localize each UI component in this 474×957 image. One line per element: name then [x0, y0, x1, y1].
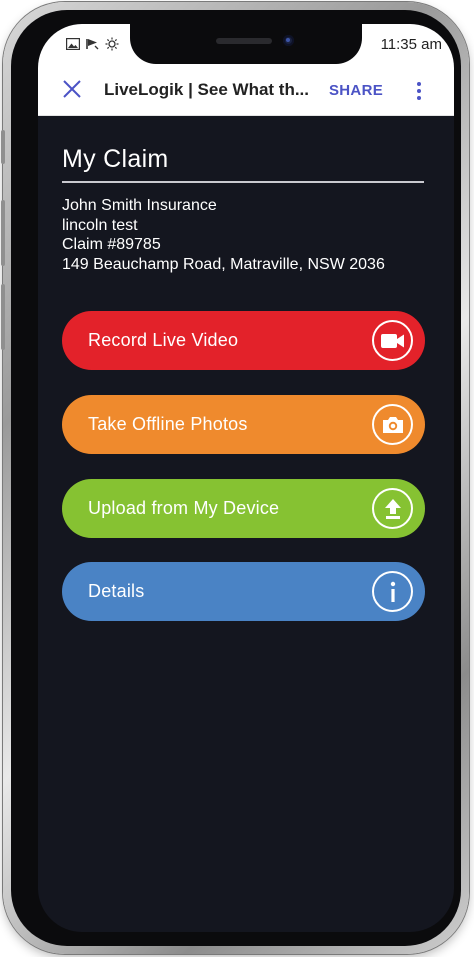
upload-icon — [372, 488, 413, 529]
phone-volume-up-button — [1, 200, 5, 266]
upload-from-device-button[interactable]: Upload from My Device — [62, 479, 425, 538]
claim-number: Claim #89785 — [62, 236, 161, 253]
claim-details: John Smith Insurance lincoln test Claim … — [62, 196, 385, 274]
close-button[interactable] — [58, 77, 86, 105]
more-vert-icon-dot — [417, 89, 421, 93]
record-live-video-button[interactable]: Record Live Video — [62, 311, 425, 370]
camera-icon — [372, 404, 413, 445]
image-icon — [66, 38, 80, 50]
app-bar: LiveLogik | See What th... SHARE — [38, 64, 454, 116]
info-icon — [372, 571, 413, 612]
more-vert-icon-dot — [417, 96, 421, 100]
divider — [62, 181, 424, 183]
claim-address: 149 Beauchamp Road, Matraville, NSW 2036 — [62, 255, 385, 273]
phone-notch — [130, 24, 362, 64]
status-icons — [66, 37, 119, 51]
flag-icon — [86, 38, 99, 50]
earpiece-speaker — [216, 38, 272, 44]
claimant-name: lincoln test — [62, 216, 138, 234]
details-button[interactable]: Details — [62, 562, 425, 621]
upload-from-device-label: Upload from My Device — [88, 498, 280, 518]
video-camera-icon — [372, 320, 413, 361]
close-icon — [62, 79, 82, 104]
take-offline-photos-label: Take Offline Photos — [88, 414, 248, 434]
phone-screen: 11:35 am LiveLogik | See What th... SHAR… — [38, 24, 454, 932]
status-time: 11:35 am — [380, 36, 442, 53]
record-live-video-label: Record Live Video — [88, 330, 239, 350]
phone-frame: 11:35 am LiveLogik | See What th... SHAR… — [1, 2, 469, 954]
phone-volume-down-button — [1, 284, 5, 350]
more-options-button[interactable] — [412, 80, 426, 102]
phone-side-button — [1, 130, 5, 164]
insurer-name: John Smith Insurance — [62, 197, 217, 214]
claim-title: My Claim — [62, 145, 169, 173]
details-label: Details — [88, 581, 145, 601]
take-offline-photos-button[interactable]: Take Offline Photos — [62, 395, 425, 454]
share-button[interactable]: SHARE — [329, 82, 383, 99]
front-camera — [283, 35, 294, 46]
brightness-icon — [105, 37, 119, 51]
more-vert-icon — [417, 82, 421, 86]
page-title: LiveLogik | See What th... — [104, 80, 309, 99]
